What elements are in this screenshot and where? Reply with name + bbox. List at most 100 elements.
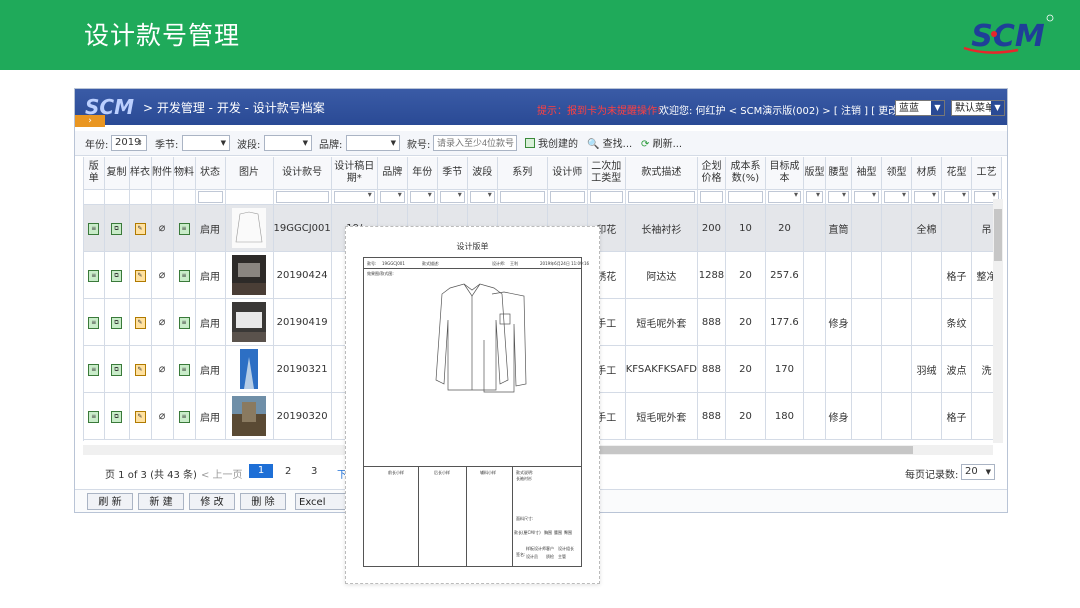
column-header[interactable]: 版型 bbox=[803, 157, 826, 190]
column-header[interactable]: 附件 bbox=[151, 157, 174, 190]
column-filter-input[interactable] bbox=[699, 191, 723, 203]
vertical-scroll-thumb[interactable] bbox=[994, 209, 1002, 261]
paperclip-icon[interactable]: ⌀ bbox=[158, 269, 167, 280]
column-header[interactable]: 设计稿日期* bbox=[331, 157, 378, 190]
column-filter-input[interactable] bbox=[499, 191, 545, 203]
column-filter-input[interactable] bbox=[883, 190, 909, 203]
material-icon[interactable]: ≡ bbox=[178, 410, 190, 423]
created-by-me-checkbox[interactable]: 我创建的 bbox=[525, 135, 578, 150]
expand-sidebar-button[interactable]: › bbox=[75, 115, 105, 127]
style-thumbnail[interactable] bbox=[232, 396, 266, 436]
wave-select[interactable]: ▼ bbox=[264, 135, 312, 151]
edit-button[interactable]: 修 改 bbox=[189, 493, 235, 510]
column-header[interactable]: 年份 bbox=[407, 157, 438, 190]
column-filter-input[interactable] bbox=[727, 191, 763, 203]
brand-select[interactable]: ▼ bbox=[346, 135, 400, 151]
edit-icon[interactable]: ✎ bbox=[134, 410, 146, 423]
column-filter-input[interactable] bbox=[549, 191, 585, 203]
style-thumbnail[interactable] bbox=[232, 349, 266, 389]
refresh-button[interactable]: 刷 新 bbox=[87, 493, 133, 510]
column-header[interactable]: 品牌 bbox=[377, 157, 408, 190]
paperclip-icon[interactable]: ⌀ bbox=[158, 410, 167, 421]
column-header[interactable]: 腰型 bbox=[825, 157, 852, 190]
edit-icon[interactable]: ✎ bbox=[134, 316, 146, 329]
sheet-icon[interactable]: ≡ bbox=[88, 316, 100, 329]
find-button[interactable]: 🔍 查找... bbox=[587, 135, 632, 150]
new-button[interactable]: 新 建 bbox=[138, 493, 184, 510]
prev-page-link[interactable]: < 上一页 bbox=[201, 466, 243, 481]
column-header[interactable]: 波段 bbox=[467, 157, 498, 190]
vertical-scrollbar[interactable] bbox=[993, 199, 1003, 443]
material-icon[interactable]: ≡ bbox=[178, 363, 190, 376]
column-header[interactable]: 季节 bbox=[437, 157, 468, 190]
column-filter-input[interactable] bbox=[275, 191, 329, 203]
column-header[interactable]: 物料 bbox=[173, 157, 196, 190]
column-filter-input[interactable] bbox=[827, 190, 849, 203]
page-2-link[interactable]: 2 bbox=[285, 466, 291, 477]
column-filter-input[interactable] bbox=[589, 191, 623, 203]
style-thumbnail[interactable] bbox=[232, 255, 266, 295]
column-filter-input[interactable] bbox=[439, 190, 465, 203]
column-header[interactable]: 花型 bbox=[941, 157, 972, 190]
column-header[interactable]: 二次加工类型 bbox=[587, 157, 626, 190]
column-header[interactable]: 成本系数(%) bbox=[725, 157, 766, 190]
material-icon[interactable]: ≡ bbox=[178, 269, 190, 282]
year-select[interactable]: 2019 ⇕ bbox=[111, 135, 147, 151]
column-header[interactable]: 系列 bbox=[497, 157, 548, 190]
sheet-icon[interactable]: ≡ bbox=[88, 222, 100, 235]
paperclip-icon[interactable]: ⌀ bbox=[158, 316, 167, 327]
column-filter-input[interactable] bbox=[197, 191, 223, 203]
column-header[interactable]: 工艺 bbox=[971, 157, 1002, 190]
column-header[interactable]: 企划价格 bbox=[697, 157, 726, 190]
alert-link[interactable]: 提示：报到卡为未提醒操作! bbox=[537, 102, 661, 117]
column-header[interactable]: 图片 bbox=[225, 157, 274, 190]
column-header[interactable]: 款式描述 bbox=[625, 157, 698, 190]
column-filter-input[interactable] bbox=[379, 190, 405, 203]
column-header[interactable]: 目标成本 bbox=[765, 157, 804, 190]
page-3-link[interactable]: 3 bbox=[311, 466, 317, 477]
column-header[interactable]: 袖型 bbox=[851, 157, 882, 190]
style-thumbnail[interactable] bbox=[232, 208, 266, 248]
column-filter-input[interactable] bbox=[805, 190, 823, 203]
column-header[interactable]: 领型 bbox=[881, 157, 912, 190]
delete-button[interactable]: 删 除 bbox=[240, 493, 286, 510]
edit-icon[interactable]: ✎ bbox=[134, 363, 146, 376]
column-filter-input[interactable] bbox=[409, 190, 435, 203]
style-thumbnail[interactable] bbox=[232, 302, 266, 342]
style-no-input[interactable] bbox=[433, 135, 517, 151]
column-header[interactable]: 版单 bbox=[84, 157, 105, 190]
season-select[interactable]: ▼ bbox=[182, 135, 230, 151]
paperclip-icon[interactable]: ⌀ bbox=[158, 222, 167, 233]
copy-icon[interactable]: ⧉ bbox=[111, 269, 122, 282]
copy-icon[interactable]: ⧉ bbox=[111, 363, 122, 376]
edit-icon[interactable]: ✎ bbox=[134, 269, 146, 282]
column-filter-input[interactable] bbox=[853, 190, 879, 203]
column-filter-input[interactable] bbox=[333, 190, 375, 203]
column-filter-input[interactable] bbox=[913, 190, 939, 203]
edit-icon[interactable]: ✎ bbox=[134, 222, 146, 235]
welcome-text[interactable]: 欢迎您: 何红护 < SCM演示版(002) > [ 注销 ] [ 更改密码 ] bbox=[659, 102, 925, 117]
copy-icon[interactable]: ⧉ bbox=[111, 316, 122, 329]
sheet-icon[interactable]: ≡ bbox=[88, 269, 100, 282]
column-filter-input[interactable] bbox=[767, 190, 801, 203]
copy-icon[interactable]: ⧉ bbox=[111, 410, 122, 423]
sheet-icon[interactable]: ≡ bbox=[88, 363, 100, 376]
material-icon[interactable]: ≡ bbox=[178, 222, 190, 235]
column-header[interactable]: 设计师 bbox=[547, 157, 588, 190]
menu-select[interactable]: 默认菜单 ▼ bbox=[951, 100, 1005, 116]
column-header[interactable]: 设计款号 bbox=[273, 157, 332, 190]
page-1-link[interactable]: 1 bbox=[249, 464, 273, 478]
column-header[interactable]: 材质 bbox=[911, 157, 942, 190]
column-header[interactable]: 复制 bbox=[104, 157, 130, 190]
theme-select[interactable]: 蓝蓝 ▼ bbox=[895, 100, 945, 116]
paperclip-icon[interactable]: ⌀ bbox=[158, 363, 167, 374]
material-icon[interactable]: ≡ bbox=[178, 316, 190, 329]
refresh-filter-button[interactable]: ⟳ 刷新... bbox=[641, 135, 682, 150]
column-header[interactable]: 状态 bbox=[195, 157, 226, 190]
column-header[interactable]: 样衣 bbox=[129, 157, 152, 190]
copy-icon[interactable]: ⧉ bbox=[111, 222, 122, 235]
sheet-icon[interactable]: ≡ bbox=[88, 410, 100, 423]
column-filter-input[interactable] bbox=[469, 190, 495, 203]
per-page-select[interactable]: 20 ▼ bbox=[961, 464, 995, 480]
column-filter-input[interactable] bbox=[627, 191, 695, 203]
